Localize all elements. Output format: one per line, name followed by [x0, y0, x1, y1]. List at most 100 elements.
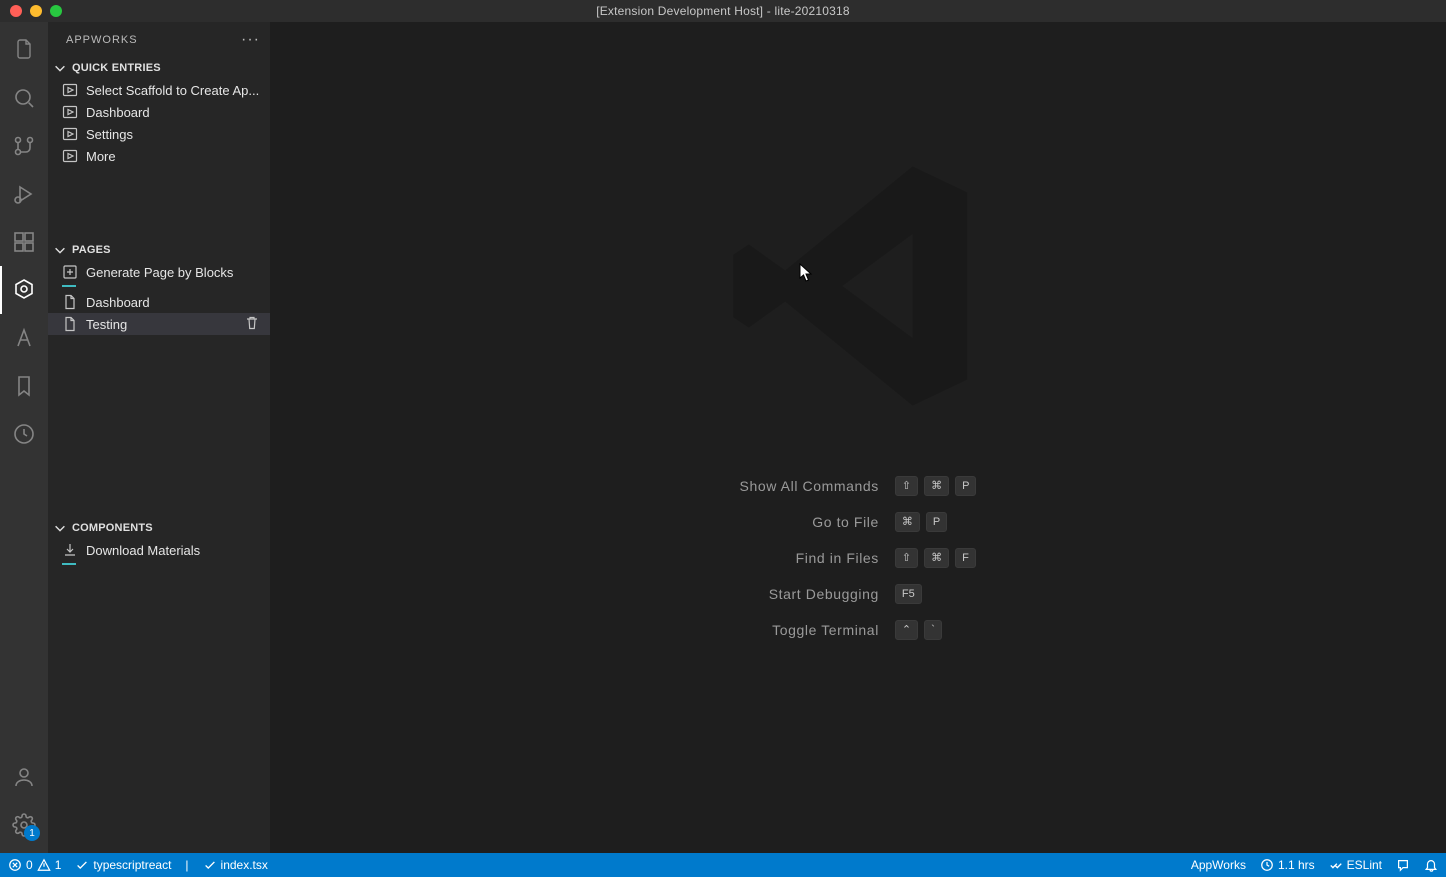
- key: `: [924, 620, 942, 640]
- chevron-down-icon: [52, 520, 68, 536]
- letter-a-icon: [12, 326, 36, 350]
- section-header-pages[interactable]: PAGES: [48, 239, 270, 261]
- activitybar: 1: [0, 22, 48, 853]
- file-icon: [62, 316, 78, 332]
- shortcut-keys: ⌘ P: [895, 512, 977, 532]
- welcome-screen: Show All Commands ⇧ ⌘ P Go to File ⌘ P F…: [270, 22, 1446, 853]
- language-mode-label: typescriptreact: [93, 858, 171, 872]
- play-box-icon: [62, 126, 78, 142]
- trash-icon: [244, 315, 260, 331]
- editor: Show All Commands ⇧ ⌘ P Go to File ⌘ P F…: [270, 22, 1446, 853]
- extensions-tab[interactable]: [0, 218, 48, 266]
- file-icon: [62, 294, 78, 310]
- chevron-down-icon: [52, 60, 68, 76]
- welcome-shortcuts: Show All Commands ⇧ ⌘ P Go to File ⌘ P F…: [740, 476, 977, 640]
- play-box-icon: [62, 148, 78, 164]
- generate-page-action[interactable]: Generate Page by Blocks: [48, 261, 270, 283]
- clock-icon: [1260, 858, 1274, 872]
- key: P: [926, 512, 947, 532]
- search-tab[interactable]: [0, 74, 48, 122]
- settings-button[interactable]: 1: [0, 801, 48, 849]
- delete-button[interactable]: [244, 315, 260, 334]
- appworks-label: AppWorks: [1191, 858, 1246, 872]
- section-header-components[interactable]: COMPONENTS: [48, 517, 270, 539]
- download-icon: [62, 542, 78, 558]
- page-label: Dashboard: [86, 295, 150, 310]
- file-label: index.tsx: [221, 858, 268, 872]
- maximize-window-button[interactable]: [50, 5, 62, 17]
- files-icon: [12, 38, 36, 62]
- key: ⌃: [895, 620, 918, 640]
- warning-count: 1: [55, 858, 62, 872]
- shortcut-go-to-file: Go to File: [740, 514, 879, 530]
- status-language-mode[interactable]: typescriptreact: [75, 858, 171, 872]
- key: F: [955, 548, 976, 568]
- time-label: 1.1 hrs: [1278, 858, 1315, 872]
- key: ⌘: [924, 476, 949, 496]
- vscode-logo: [728, 156, 988, 416]
- download-materials-action[interactable]: Download Materials: [48, 539, 270, 561]
- bookmarks-tab[interactable]: [0, 362, 48, 410]
- accent-underline: [62, 563, 76, 565]
- status-notifications[interactable]: [1424, 858, 1438, 872]
- person-icon: [12, 765, 36, 789]
- statusbar: 0 1 typescriptreact | index.tsx AppWorks…: [0, 853, 1446, 877]
- clock-icon: [12, 422, 36, 446]
- status-appworks[interactable]: AppWorks: [1191, 858, 1246, 872]
- shortcut-find-in-files: Find in Files: [740, 550, 879, 566]
- key: ⇧: [895, 548, 918, 568]
- history-tab[interactable]: [0, 410, 48, 458]
- status-feedback[interactable]: [1396, 858, 1410, 872]
- search-icon: [12, 86, 36, 110]
- quick-item-dashboard[interactable]: Dashboard: [48, 101, 270, 123]
- run-debug-tab[interactable]: [0, 170, 48, 218]
- sidebar: APPWORKS ··· QUICK ENTRIES Select Scaffo…: [48, 22, 270, 853]
- separator: |: [185, 858, 188, 872]
- shortcut-keys: F5: [895, 584, 977, 604]
- accounts-button[interactable]: [0, 753, 48, 801]
- source-control-tab[interactable]: [0, 122, 48, 170]
- section-pages: PAGES Generate Page by Blocks Dashboard: [48, 239, 270, 517]
- warning-icon: [37, 858, 51, 872]
- status-file[interactable]: index.tsx: [203, 858, 268, 872]
- quick-item-label: Select Scaffold to Create Ap...: [86, 83, 259, 98]
- status-time[interactable]: 1.1 hrs: [1260, 858, 1315, 872]
- minimize-window-button[interactable]: [30, 5, 42, 17]
- chevron-down-icon: [52, 242, 68, 258]
- play-bug-icon: [12, 182, 36, 206]
- appworks-tab[interactable]: [0, 266, 48, 314]
- section-header-quick[interactable]: QUICK ENTRIES: [48, 57, 270, 79]
- hexagon-icon: [12, 278, 36, 302]
- quick-item-label: Dashboard: [86, 105, 150, 120]
- page-testing[interactable]: Testing: [48, 313, 270, 335]
- status-eslint[interactable]: ESLint: [1329, 858, 1382, 872]
- check-icon: [75, 858, 89, 872]
- key: ⌘: [924, 548, 949, 568]
- azure-tab[interactable]: [0, 314, 48, 362]
- status-problems[interactable]: 0 1: [8, 858, 61, 872]
- window-title: [Extension Development Host] - lite-2021…: [596, 4, 850, 18]
- section-title-quick: QUICK ENTRIES: [72, 62, 161, 74]
- workbench: 1 APPWORKS ··· QUICK ENTRIES Sele: [0, 22, 1446, 853]
- quick-item-label: Settings: [86, 127, 133, 142]
- window-controls: [0, 0, 62, 22]
- feedback-icon: [1396, 858, 1410, 872]
- section-title-pages: PAGES: [72, 244, 111, 256]
- shortcut-keys: ⌃ `: [895, 620, 977, 640]
- shortcut-toggle-terminal: Toggle Terminal: [740, 622, 879, 638]
- shortcut-keys: ⇧ ⌘ F: [895, 548, 977, 568]
- eslint-label: ESLint: [1347, 858, 1382, 872]
- quick-item-settings[interactable]: Settings: [48, 123, 270, 145]
- explorer-tab[interactable]: [0, 26, 48, 74]
- key: ⌘: [895, 512, 920, 532]
- quick-item-more[interactable]: More: [48, 145, 270, 167]
- sidebar-header: APPWORKS ···: [48, 22, 270, 57]
- sidebar-title: APPWORKS: [66, 34, 138, 46]
- action-label: Generate Page by Blocks: [86, 265, 233, 280]
- close-window-button[interactable]: [10, 5, 22, 17]
- page-dashboard[interactable]: Dashboard: [48, 291, 270, 313]
- quick-item-create[interactable]: Select Scaffold to Create Ap...: [48, 79, 270, 101]
- shortcut-show-all-commands: Show All Commands: [740, 478, 879, 494]
- settings-badge: 1: [24, 825, 40, 841]
- bookmark-icon: [12, 374, 36, 398]
